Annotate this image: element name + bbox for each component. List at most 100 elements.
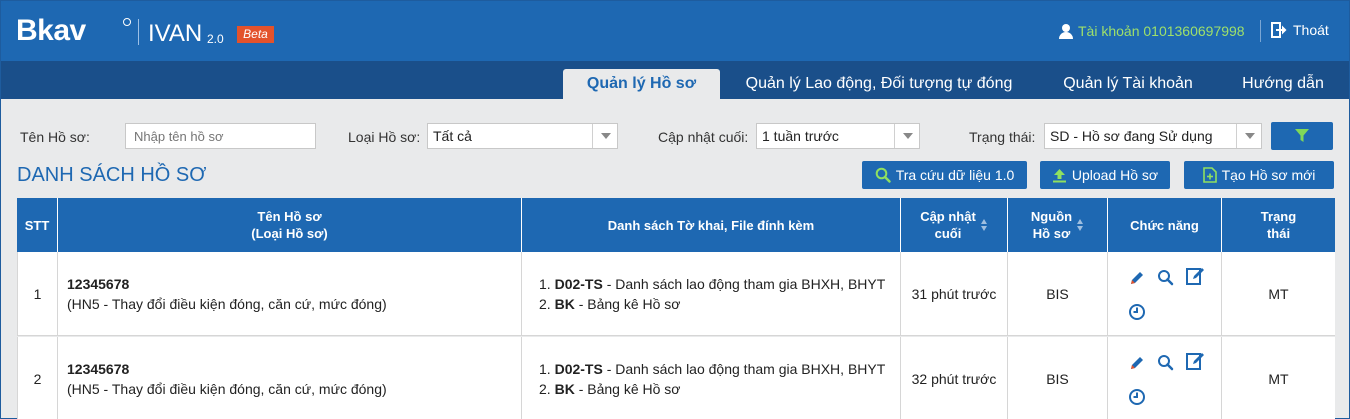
chevron-down-icon xyxy=(1236,124,1261,148)
doc-desc: - Danh sách lao động tham gia BHXH, BHYT xyxy=(602,361,886,377)
search-icon xyxy=(875,167,891,183)
upload-icon xyxy=(1052,168,1066,182)
type-filter-select[interactable]: Tất cả xyxy=(427,123,618,149)
table-row[interactable]: 1 12345678 (HN5 - Thay đổi điều kiện đón… xyxy=(17,252,1335,336)
row-updated: 31 phút trước xyxy=(901,252,1008,336)
edit-document-icon[interactable] xyxy=(1185,351,1205,371)
lookup-data-label: Tra cứu dữ liệu 1.0 xyxy=(895,167,1015,183)
edit-pencil-icon[interactable] xyxy=(1127,268,1147,288)
doc-num: 1. xyxy=(539,361,551,377)
edit-pencil-icon[interactable] xyxy=(1127,353,1147,373)
col-status: Trạng thái xyxy=(1222,198,1335,252)
upload-button[interactable]: Upload Hồ sơ xyxy=(1040,161,1170,189)
updated-filter-select[interactable]: 1 tuần trước xyxy=(756,123,920,149)
sort-icon[interactable] xyxy=(980,219,988,231)
tab-quan-ly-lao-dong[interactable]: Quản lý Lao động, Đối tượng tự đóng xyxy=(734,69,1024,99)
row-profile-name[interactable]: 12345678 xyxy=(67,274,129,294)
row-docs-cell: 1. D02-TS - Danh sách lao động tham gia … xyxy=(522,337,901,419)
col-source-line1: Nguồn xyxy=(1030,209,1073,224)
chevron-down-icon xyxy=(592,124,617,148)
tab-quan-ly-ho-so[interactable]: Quản lý Hồ sơ xyxy=(563,69,720,99)
product-version: 2.0 xyxy=(207,32,224,46)
beta-badge: Beta xyxy=(237,26,274,43)
status-filter-value: SD - Hồ sơ đang Sử dụng xyxy=(1050,128,1213,144)
sort-icon[interactable] xyxy=(1077,219,1084,231)
status-filter-select[interactable]: SD - Hồ sơ đang Sử dụng xyxy=(1044,123,1262,149)
doc-num: 1. xyxy=(539,276,551,292)
row-profile-name[interactable]: 12345678 xyxy=(67,359,129,379)
doc-num: 2. xyxy=(539,381,551,397)
col-updated-line1: Cập nhật xyxy=(920,209,976,224)
product-name: IVAN xyxy=(148,20,203,47)
logout-button[interactable]: Thoát xyxy=(1271,22,1329,38)
row-status: MT xyxy=(1268,371,1289,387)
edit-document-icon[interactable] xyxy=(1185,266,1205,286)
col-source[interactable]: Nguồn Hồ sơ xyxy=(1008,198,1108,252)
main-nav: Quản lý Hồ sơ Quản lý Lao động, Đối tượn… xyxy=(1,61,1349,99)
create-profile-button[interactable]: Tạo Hồ sơ mới xyxy=(1184,161,1334,189)
doc-item[interactable]: 2. BK - Bảng kê Hồ sơ xyxy=(539,294,680,314)
registered-mark-icon xyxy=(123,18,131,26)
upload-label: Upload Hồ sơ xyxy=(1071,167,1159,183)
chevron-down-icon xyxy=(894,124,919,148)
account-label: Tài khoản 0101360697998 xyxy=(1078,23,1245,39)
tab-huong-dan[interactable]: Hướng dẫn xyxy=(1231,69,1335,99)
row-name-cell: 12345678 (HN5 - Thay đổi điều kiện đóng,… xyxy=(58,252,522,336)
brand-logo[interactable]: Bkav xyxy=(16,15,86,47)
create-profile-label: Tạo Hồ sơ mới xyxy=(1221,167,1316,183)
col-updated[interactable]: Cập nhật cuối xyxy=(901,198,1008,252)
table-row[interactable]: 2 12345678 (HN5 - Thay đổi điều kiện đón… xyxy=(17,337,1335,419)
col-source-line2: Hồ sơ xyxy=(1032,226,1071,241)
doc-item[interactable]: 1. D02-TS - Danh sách lao động tham gia … xyxy=(539,274,885,294)
row-status: MT xyxy=(1268,286,1289,302)
row-stt: 2 xyxy=(17,337,58,419)
user-icon xyxy=(1059,23,1073,39)
doc-desc: - Bảng kê Hồ sơ xyxy=(574,296,681,312)
col-updated-text: Cập nhật cuối xyxy=(920,208,976,242)
col-name-line1: Tên Hồ sơ xyxy=(257,209,322,224)
filter-button[interactable] xyxy=(1271,122,1333,150)
doc-desc: - Bảng kê Hồ sơ xyxy=(574,381,681,397)
row-actions xyxy=(1108,252,1222,336)
logout-label: Thoát xyxy=(1293,22,1329,38)
row-stt: 1 xyxy=(17,252,58,336)
page-title: DANH SÁCH HỒ SƠ xyxy=(17,164,207,186)
updated-filter-label: Cập nhật cuối: xyxy=(658,129,749,145)
lookup-data-button[interactable]: Tra cứu dữ liệu 1.0 xyxy=(862,161,1027,189)
col-name-line2: (Loại Hồ sơ) xyxy=(251,226,328,241)
row-name-cell: 12345678 (HN5 - Thay đổi điều kiện đóng,… xyxy=(58,337,522,419)
doc-desc: - Danh sách lao động tham gia BHXH, BHYT xyxy=(602,276,886,292)
doc-code: BK xyxy=(554,296,575,312)
funnel-icon xyxy=(1295,129,1309,142)
new-document-icon xyxy=(1202,167,1217,183)
logo-divider xyxy=(138,19,139,45)
account-link[interactable]: Tài khoản 0101360697998 xyxy=(1059,22,1245,40)
col-name: Tên Hồ sơ (Loại Hồ sơ) xyxy=(58,198,522,252)
name-filter-input[interactable] xyxy=(125,123,316,149)
type-filter-label: Loại Hồ sơ: xyxy=(348,129,421,145)
tab-quan-ly-tai-khoan[interactable]: Quản lý Tài khoản xyxy=(1053,69,1203,99)
col-status-line2: thái xyxy=(1266,226,1291,241)
col-source-text: Nguồn Hồ sơ xyxy=(1031,208,1072,242)
doc-code: D02-TS xyxy=(554,361,603,377)
header-divider xyxy=(1260,20,1261,42)
logout-icon xyxy=(1271,22,1287,38)
row-source: BIS xyxy=(1008,252,1108,336)
status-filter-label: Trạng thái: xyxy=(969,129,1036,145)
row-profile-type: (HN5 - Thay đổi điều kiện đóng, căn cứ, … xyxy=(67,381,387,397)
row-docs-cell: 1. D02-TS - Danh sách lao động tham gia … xyxy=(522,252,901,336)
search-icon[interactable] xyxy=(1156,268,1176,288)
col-updated-line2: cuối xyxy=(934,226,962,241)
row-actions xyxy=(1108,337,1222,419)
search-icon[interactable] xyxy=(1156,353,1176,373)
name-filter-label: Tên Hồ sơ: xyxy=(20,129,90,145)
col-actions: Chức năng xyxy=(1108,198,1222,252)
top-header: Bkav IVAN 2.0 Beta Tài khoản 01013606979… xyxy=(1,1,1349,61)
table-header: STT Tên Hồ sơ (Loại Hồ sơ) Danh sách Tờ … xyxy=(17,198,1335,252)
history-clock-icon[interactable] xyxy=(1127,387,1147,407)
doc-item[interactable]: 1. D02-TS - Danh sách lao động tham gia … xyxy=(539,359,885,379)
col-docs: Danh sách Tờ khai, File đính kèm xyxy=(522,198,901,252)
doc-num: 2. xyxy=(539,296,551,312)
doc-item[interactable]: 2. BK - Bảng kê Hồ sơ xyxy=(539,379,680,399)
history-clock-icon[interactable] xyxy=(1127,302,1147,322)
